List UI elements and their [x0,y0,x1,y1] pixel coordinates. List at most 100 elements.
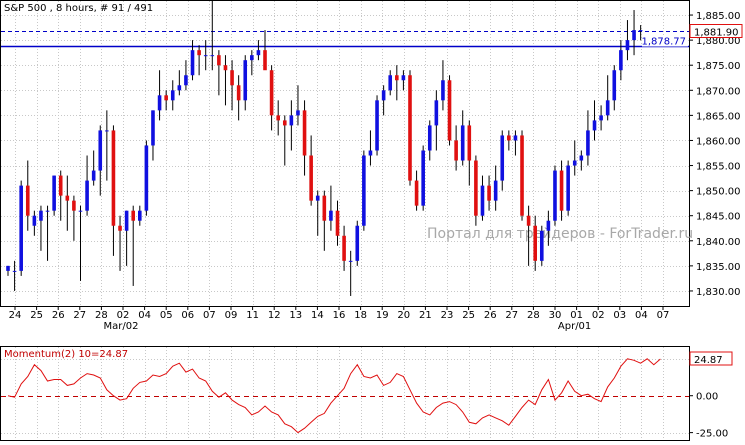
candle [355,220,360,266]
candle-body [362,155,366,226]
candle-body [210,55,215,57]
date-axis: 24 25 26 27 28 02 04 05 06 07 09 11 12 13 14 16 18 19 20 21… [9,306,670,332]
candle-body [381,90,386,101]
price-line-label: 1,878.77 [641,37,686,48]
candle-body [203,55,208,57]
candle-body [553,170,557,221]
candle-body [526,215,531,226]
candle-body [177,85,182,91]
candle-body [170,90,175,101]
candle-body [315,195,320,201]
price-tick-label: 1,870.00 [696,86,741,97]
chart-window: 1,830.00 1,835.00 1,840.00 1,845.00 1,850.00… [0,0,745,445]
candle-body [111,130,116,226]
date-tick-label: 01 [570,310,583,321]
candle-body [500,135,505,181]
candle-body [599,115,603,121]
price-tick-label: 1,865.00 [696,111,741,122]
date-tick-label: 21 [419,310,432,321]
candle-body [520,135,524,216]
date-tick-label: 14 [311,310,324,321]
candle [19,180,23,276]
candle-body [25,185,30,216]
candle-body [131,210,136,221]
candle-body [243,60,248,101]
candle-body [586,130,590,156]
price-tick-label: 1,875.00 [696,61,741,72]
date-tick-label: 12 [268,310,281,321]
candle-body [52,175,56,211]
candle-body [638,30,643,32]
candle-body [546,220,551,231]
candle-body [605,100,610,116]
candle [144,140,149,216]
candle-body [493,180,498,201]
candle-body [414,180,419,206]
candle-body [632,30,636,41]
candle-body [388,75,393,91]
candle-body [72,200,76,211]
momentum-panel-frame [0,346,690,441]
date-tick-label: 09 [225,310,238,321]
candle-body [223,65,228,71]
candle-body [401,75,406,81]
date-tick-label: 04 [138,310,151,321]
candle-body [39,210,43,221]
momentum-title: Momentum(2) 10=24.87 [4,349,128,360]
price-chart[interactable]: 1,830.00 1,835.00 1,840.00 1,845.00 1,850.00… [0,0,745,445]
momentum-value-label: 24.87 [694,355,723,366]
date-tick-label: 25 [30,310,43,321]
month-label: Mar/02 [104,321,139,332]
bid-label: 1,881.90 [694,28,739,39]
candle-body [65,195,70,201]
momentum-axis: 25.000.00-25.0024.87 [689,351,733,440]
candle [52,175,56,216]
date-tick-label: 18 [354,310,367,321]
candle [362,150,366,231]
candle-body [309,155,313,201]
candle-body [256,50,261,56]
candle-body [513,135,518,141]
date-tick-label: 07 [657,310,670,321]
price-tick-label: 1,835.00 [696,262,741,273]
candle-body [6,265,10,271]
date-tick-label: 28 [95,310,108,321]
date-tick-label: 26 [484,310,497,321]
candle-body [507,135,511,141]
date-tick-label: 05 [160,310,173,321]
candle-body [434,100,439,126]
date-tick-label: 02 [592,310,605,321]
candle-body [441,80,445,101]
date-tick-label: 03 [613,310,626,321]
candle [553,165,557,226]
candle-body [138,210,142,221]
candle-body [566,165,570,211]
price-tick-label: 1,850.00 [696,187,741,198]
date-tick-label: 25 [462,310,475,321]
candle-body [118,225,122,231]
candle [520,130,524,221]
candle-body [619,50,623,71]
candle-body [592,120,597,131]
candle [447,75,452,146]
candle-body [368,150,373,156]
candle-body [190,50,195,76]
price-tick-label: 1,855.00 [696,162,741,173]
candle [375,95,379,156]
date-tick-label: 23 [441,310,454,321]
date-tick-label: 27 [73,310,86,321]
candle [421,145,425,211]
candle-body [348,260,353,262]
candle-body [322,195,327,221]
candle-body [342,235,346,261]
watermark: Портал для трейдеров - ForTrader.ru [427,226,693,242]
candle-body [184,75,188,86]
candle-body [612,70,617,101]
candle-body [467,125,472,161]
candle-body [269,70,274,116]
date-tick-label: 06 [181,310,194,321]
price-tick-label: 1,885.00 [696,11,741,22]
candle-body [230,70,234,86]
candle-body [19,185,23,271]
candle-body [454,140,458,161]
